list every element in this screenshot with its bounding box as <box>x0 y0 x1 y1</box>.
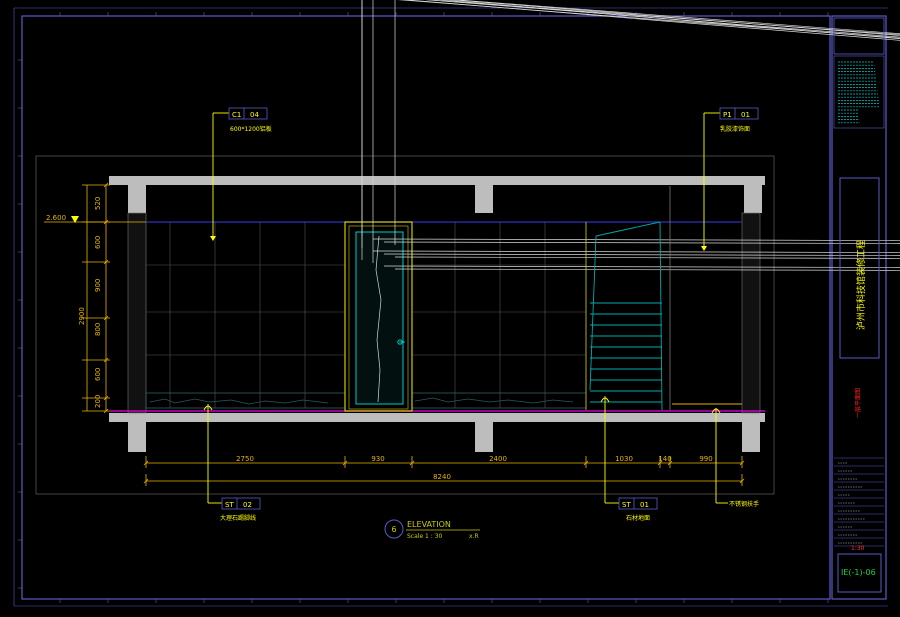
tag-ceiling-num: 04 <box>250 111 259 119</box>
dim-v-5: 600 <box>94 368 102 381</box>
wall-left <box>127 212 147 414</box>
tag-floor-left-code: ST <box>225 501 234 509</box>
dim-v-1: 520 <box>94 197 102 210</box>
door-assembly <box>344 0 900 412</box>
notes-text-lines <box>838 61 880 124</box>
right-panel <box>669 186 742 410</box>
elevation-title: 6 ELEVATION Scale 1 : 30 x.R <box>384 519 480 540</box>
tag-floor-right-num: 01 <box>640 501 649 509</box>
ceiling-beam-left <box>128 185 146 213</box>
tag-handrail-note: 不锈钢扶手 <box>729 500 759 508</box>
notes-area <box>833 55 885 129</box>
door-wood-grain <box>361 0 900 403</box>
staircase <box>589 221 663 411</box>
dim-h-1: 2750 <box>236 455 254 463</box>
title-block: 泸州市科技馆装修工程 一层平面图 1:30 IE(-1)-06 <box>833 17 885 593</box>
tag-ceiling-code: C1 <box>232 111 241 119</box>
tag-paint-code: P1 <box>723 111 732 119</box>
elevation-index: 6 <box>391 525 396 534</box>
ceiling-beam-mid <box>475 185 493 213</box>
tag-floor-right-note: 石材地面 <box>626 514 650 522</box>
tag-paint-num: 01 <box>741 111 750 119</box>
floor-beam-left <box>128 422 146 452</box>
cad-drawing-canvas: 520 600 900 800 600 200 2900 2.600 2750 … <box>13 0 900 607</box>
dim-v-4: 800 <box>94 323 102 336</box>
ceiling-slab <box>109 176 765 185</box>
floor-beam-right <box>742 422 760 452</box>
tag-floor-left-note: 大理石踢脚线 <box>220 514 256 522</box>
dim-h-5: 140 <box>658 455 671 463</box>
drawing-number: IE(-1)-06 <box>841 568 876 577</box>
tag-paint-note: 乳胶漆饰面 <box>720 125 750 133</box>
dim-h-total: 8240 <box>433 473 451 481</box>
level-mark-text: 2.600 <box>46 214 66 222</box>
tag-floor-left-num: 02 <box>243 501 252 509</box>
tag-floor-right-code: ST <box>622 501 631 509</box>
dim-h-3: 2400 <box>489 455 507 463</box>
horizontal-dimensions <box>143 456 745 486</box>
dim-v-3: 900 <box>94 279 102 292</box>
viewport-box <box>35 155 775 495</box>
dim-v-total: 2900 <box>78 307 86 325</box>
title-block-row-text <box>838 462 865 544</box>
dim-h-2: 930 <box>371 455 384 463</box>
sheet-label: 一层平面图 <box>855 388 862 418</box>
elevation-scale: Scale 1 : 30 <box>407 533 443 540</box>
elevation-sheet-suffix: x.R <box>469 533 479 540</box>
horizontal-dimension-labels: 2750 930 2400 1030 140 990 8240 <box>236 455 713 481</box>
vertical-dimension-labels: 520 600 900 800 600 200 2900 <box>78 197 102 408</box>
elevation-title-text: ELEVATION <box>407 520 451 529</box>
floor-beam-mid <box>475 422 493 452</box>
dim-v-6: 200 <box>94 395 102 408</box>
tag-ceiling[interactable]: C1 04 600*1200铝板 <box>210 107 272 241</box>
project-name: 泸州市科技馆装修工程 <box>855 240 867 330</box>
floor-slab <box>109 413 765 422</box>
ceiling-beam-right <box>744 185 762 213</box>
tag-ceiling-note: 600*1200铝板 <box>230 125 272 133</box>
dim-v-2: 600 <box>94 236 102 249</box>
dim-h-4: 1030 <box>615 455 633 463</box>
scale-note: 1:30 <box>851 545 865 552</box>
dim-h-6: 990 <box>699 455 712 463</box>
